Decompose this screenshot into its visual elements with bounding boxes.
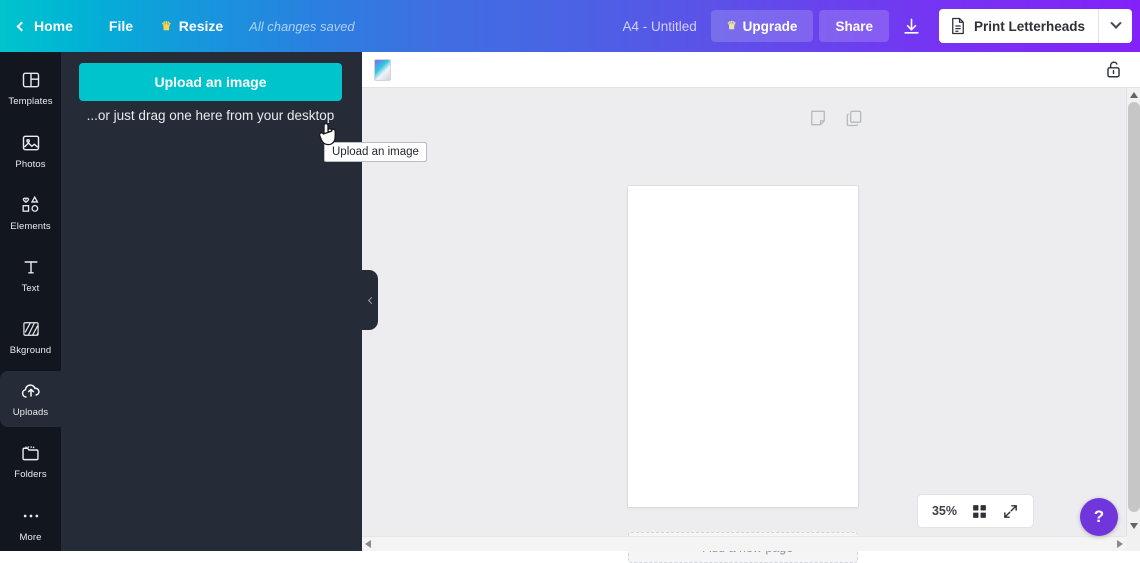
sidebar-item-background[interactable]: Bkground — [0, 309, 61, 365]
print-main-section[interactable]: Print Letterheads — [939, 9, 1098, 43]
upload-button-label: Upload an image — [154, 74, 266, 90]
sidebar-label: Uploads — [13, 407, 49, 418]
scroll-left-button[interactable] — [365, 540, 371, 548]
download-button[interactable] — [895, 10, 929, 42]
header-right-group: A4 - Untitled ♛ Upgrade Share Print Lett… — [623, 0, 1140, 52]
arrow-right-icon — [1117, 540, 1123, 548]
app-header: Home File ♛ Resize All changes saved A4 … — [0, 0, 1140, 52]
text-icon — [21, 255, 41, 279]
chevron-down-icon — [1110, 18, 1121, 29]
scroll-down-button[interactable] — [1127, 519, 1140, 533]
add-note-icon[interactable] — [808, 108, 828, 128]
sidebar-item-folders[interactable]: Folders — [0, 433, 61, 489]
download-icon — [902, 17, 921, 36]
lock-toggle-button[interactable] — [1100, 57, 1126, 83]
uploads-panel: Upload an image ...or just drag one here… — [61, 52, 362, 551]
resize-label: Resize — [179, 18, 223, 34]
help-button[interactable]: ? — [1080, 498, 1118, 536]
zoom-controls: 35% — [917, 494, 1034, 528]
sidebar-label: Text — [22, 283, 40, 294]
canvas-area: + Add a new page — [362, 52, 1140, 551]
vertical-scroll-thumb[interactable] — [1128, 102, 1140, 512]
scroll-up-button[interactable] — [1127, 88, 1140, 102]
help-label: ? — [1094, 507, 1104, 527]
arrow-down-icon — [1130, 523, 1138, 529]
chevron-left-icon — [17, 21, 27, 31]
print-dropdown-toggle[interactable] — [1098, 9, 1132, 43]
home-label: Home — [34, 18, 73, 34]
zoom-level-label[interactable]: 35% — [932, 504, 957, 518]
print-label: Print Letterheads — [974, 19, 1085, 34]
sidebar-label: Bkground — [10, 345, 51, 356]
collapse-panel-button[interactable] — [362, 270, 378, 330]
document-name: A4 - Untitled — [623, 19, 697, 34]
sidebar-item-photos[interactable]: Photos — [0, 122, 61, 178]
print-letterheads-button[interactable]: Print Letterheads — [939, 9, 1132, 43]
canvas-stage[interactable]: + Add a new page — [362, 88, 1127, 533]
sidebar-label: Folders — [14, 469, 46, 480]
upload-an-image-button[interactable]: Upload an image — [79, 63, 342, 101]
sidebar-item-more[interactable]: More — [0, 495, 61, 551]
expand-arrows-icon[interactable] — [1002, 503, 1019, 520]
file-label: File — [109, 18, 133, 34]
crown-icon: ♛ — [727, 21, 737, 32]
unlocked-padlock-icon — [1105, 60, 1122, 79]
crown-icon: ♛ — [161, 20, 172, 32]
save-status: All changes saved — [249, 19, 355, 34]
sidebar-label: Templates — [8, 96, 52, 107]
elements-icon — [20, 193, 41, 217]
upgrade-button[interactable]: ♛ Upgrade — [711, 10, 814, 42]
header-left-group: Home File ♛ Resize All changes saved — [0, 0, 355, 52]
uploads-icon — [20, 379, 42, 403]
document-page[interactable] — [628, 186, 858, 507]
document-icon — [950, 17, 966, 35]
duplicate-page-icon[interactable] — [844, 108, 864, 128]
more-icon — [21, 504, 41, 528]
grid-view-icon[interactable] — [971, 503, 988, 520]
scrollbar-corner — [1126, 536, 1140, 551]
home-button[interactable]: Home — [0, 0, 95, 52]
sidebar-label: Photos — [15, 159, 45, 170]
upgrade-label: Upgrade — [743, 19, 798, 34]
arrow-left-icon — [365, 540, 371, 548]
sidebar-item-elements[interactable]: Elements — [0, 184, 61, 240]
share-button[interactable]: Share — [819, 10, 889, 42]
left-sidebar-rail: Templates Photos Elements — [0, 52, 61, 551]
sidebar-item-text[interactable]: Text — [0, 247, 61, 303]
vertical-scrollbar[interactable] — [1126, 88, 1140, 551]
resize-button[interactable]: ♛ Resize — [147, 0, 237, 52]
background-icon — [21, 317, 41, 341]
sidebar-item-templates[interactable]: Templates — [0, 60, 61, 116]
canvas-toolbar — [362, 52, 1140, 88]
photos-icon — [21, 131, 41, 155]
sidebar-label: Elements — [10, 221, 50, 232]
chevron-left-icon — [367, 296, 374, 303]
folders-icon — [20, 441, 41, 465]
share-label: Share — [835, 19, 873, 34]
page-thumbnail[interactable] — [374, 59, 391, 81]
arrow-up-icon — [1130, 92, 1138, 98]
upload-tooltip: Upload an image — [324, 142, 427, 162]
page-tools-group — [808, 108, 864, 128]
sidebar-item-uploads[interactable]: Uploads — [0, 371, 61, 427]
drag-drop-hint: ...or just drag one here from your deskt… — [79, 107, 342, 125]
file-menu-button[interactable]: File — [95, 0, 147, 52]
scroll-right-button[interactable] — [1117, 540, 1123, 548]
sidebar-label: More — [19, 532, 41, 543]
templates-icon — [21, 68, 41, 92]
horizontal-scrollbar[interactable] — [362, 536, 1126, 551]
